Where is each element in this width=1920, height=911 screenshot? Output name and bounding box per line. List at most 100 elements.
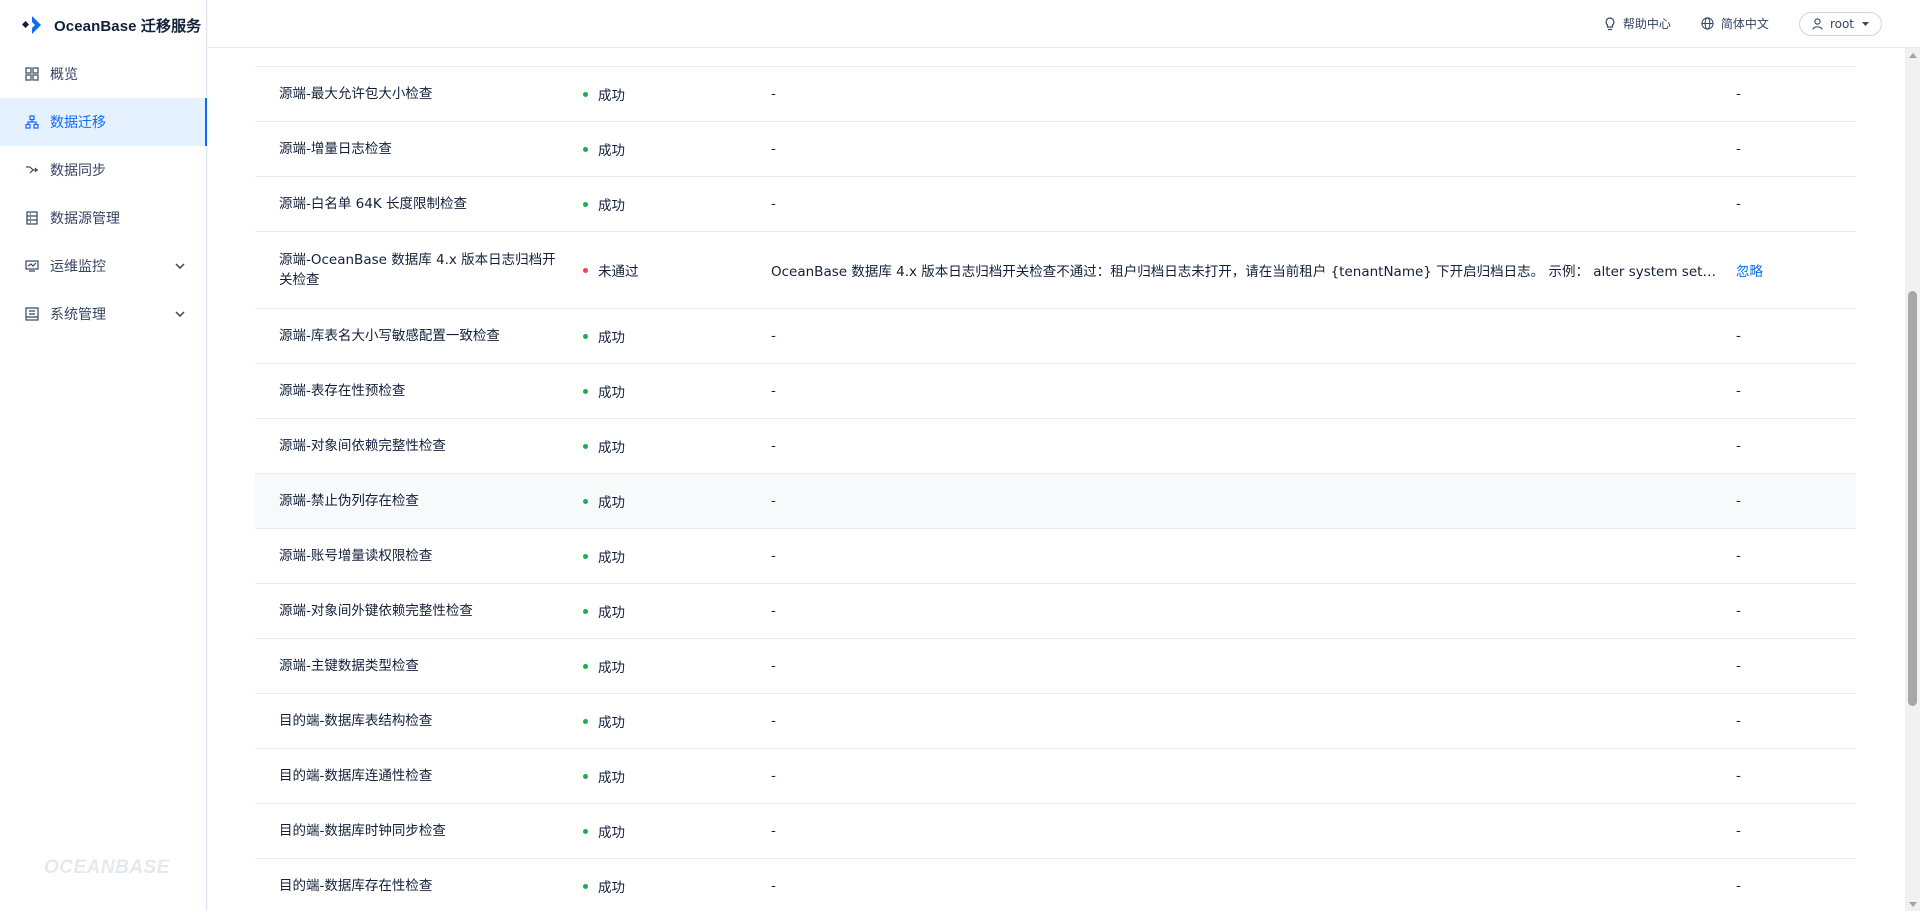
action-cell: - — [1736, 603, 1741, 619]
status-text: 成功 — [598, 550, 625, 566]
status-cell: 成功 — [573, 491, 761, 511]
result-message: - — [771, 86, 776, 102]
status-text: 成功 — [598, 495, 625, 511]
result-message: - — [771, 196, 776, 212]
status-text: 成功 — [598, 88, 625, 104]
check-name: 源端-OceanBase 数据库 4.x 版本日志归档开关检查 — [279, 252, 556, 288]
action-cell: - — [1736, 548, 1741, 564]
status-text: 成功 — [598, 198, 625, 214]
status-cell: 成功 — [573, 546, 761, 566]
status-success-dot — [583, 333, 588, 339]
status-cell: 成功 — [573, 84, 761, 104]
status-text: 成功 — [598, 440, 625, 456]
status-success-dot — [583, 608, 588, 614]
status-success-dot — [583, 553, 588, 559]
table-row: 目的端-数据库时钟同步检查 成功 - - — [255, 804, 1856, 859]
result-message: - — [771, 713, 776, 729]
status-cell: 成功 — [573, 876, 761, 896]
action-cell: - — [1736, 438, 1741, 454]
sidebar: OceanBase 迁移服务 概览 数据迁移 数据同步 数据源管理 运维监控 系… — [0, 0, 207, 911]
check-name: 源端-增量日志检查 — [279, 141, 392, 157]
language-switch[interactable]: 简体中文 — [1701, 15, 1769, 32]
status-cell: 未通过 — [573, 260, 761, 280]
main-content: 源端-最大允许包大小检查 成功 - - 源端-增量日志检查 成功 - - 源端-… — [208, 48, 1905, 911]
sidebar-item-label: 数据同步 — [50, 163, 106, 179]
check-name: 目的端-数据库表结构检查 — [279, 713, 433, 729]
result-message: - — [771, 878, 776, 894]
datasource-icon — [24, 210, 40, 226]
data-sync-icon — [24, 162, 40, 178]
table-row: 源端-最大允许包大小检查 成功 - - — [255, 67, 1856, 122]
sidebar-item-label: 概览 — [50, 67, 78, 83]
vertical-scrollbar[interactable] — [1905, 48, 1920, 911]
system-icon — [24, 306, 40, 322]
status-text: 成功 — [598, 605, 625, 621]
sidebar-item-label: 运维监控 — [50, 259, 106, 275]
result-message: - — [771, 603, 776, 619]
oceanbase-logo-icon — [22, 14, 48, 36]
result-message: - — [771, 658, 776, 674]
check-name: 目的端-数据库连通性检查 — [279, 768, 433, 784]
scroll-up-arrow-icon[interactable] — [1905, 48, 1920, 62]
sidebar-item-datasource[interactable]: 数据源管理 — [0, 194, 206, 242]
action-cell: - — [1736, 196, 1741, 212]
action-cell: - — [1736, 493, 1741, 509]
scroll-down-arrow-icon[interactable] — [1905, 897, 1920, 911]
sidebar-nav: 概览 数据迁移 数据同步 数据源管理 运维监控 系统管理 — [0, 50, 207, 338]
status-text: 成功 — [598, 825, 625, 841]
brand-name: OceanBase 迁移服务 — [54, 17, 202, 35]
action-cell: - — [1736, 713, 1741, 729]
check-name: 源端-库表名大小写敏感配置一致检查 — [279, 328, 500, 344]
user-menu-button[interactable]: root — [1798, 11, 1882, 36]
globe-icon — [1701, 17, 1715, 31]
check-name: 源端-账号增量读权限检查 — [279, 548, 433, 564]
sidebar-item-data-migration[interactable]: 数据迁移 — [0, 98, 207, 146]
scrollbar-thumb[interactable] — [1908, 291, 1917, 706]
status-cell: 成功 — [573, 766, 761, 786]
sidebar-item-monitor[interactable]: 运维监控 — [0, 242, 206, 290]
table-row: 源端-主键数据类型检查 成功 - - — [255, 639, 1856, 694]
status-text: 成功 — [598, 880, 625, 896]
status-text: 成功 — [598, 715, 625, 731]
status-cell: 成功 — [573, 381, 761, 401]
status-cell: 成功 — [573, 436, 761, 456]
brand-logo[interactable]: OceanBase 迁移服务 — [0, 0, 206, 50]
table-row: 源端-增量日志检查 成功 - - — [255, 122, 1856, 177]
status-text: 成功 — [598, 385, 625, 401]
table-row: 源端-库表名大小写敏感配置一致检查 成功 - - — [255, 309, 1856, 364]
check-name: 源端-表存在性预检查 — [279, 383, 406, 399]
sidebar-item-overview[interactable]: 概览 — [0, 50, 206, 98]
check-name: 目的端-数据库时钟同步检查 — [279, 823, 446, 839]
check-name: 源端-对象间依赖完整性检查 — [279, 438, 446, 454]
sidebar-item-system[interactable]: 系统管理 — [0, 290, 206, 338]
footer-logo: OCEANBASE — [44, 857, 170, 878]
status-success-dot — [583, 91, 588, 97]
table-row: 目的端-数据库存在性检查 成功 - - — [255, 859, 1856, 911]
status-success-dot — [583, 443, 588, 449]
table-row: 目的端-数据库连通性检查 成功 - - — [255, 749, 1856, 804]
data-migration-icon — [24, 114, 40, 130]
status-cell: 成功 — [573, 194, 761, 214]
ignore-link[interactable]: 忽略 — [1736, 264, 1763, 280]
status-success-dot — [583, 663, 588, 669]
action-cell: - — [1736, 141, 1741, 157]
table-row: 源端-OceanBase 数据库 4.x 版本日志归档开关检查 未通过 Ocea… — [255, 232, 1856, 309]
sidebar-item-label: 系统管理 — [50, 307, 106, 323]
check-name: 目的端-数据库存在性检查 — [279, 878, 433, 894]
table-row: 源端-禁止伪列存在检查 成功 - - — [255, 474, 1856, 529]
action-cell: - — [1736, 328, 1741, 344]
status-success-dot — [583, 773, 588, 779]
status-cell: 成功 — [573, 326, 761, 346]
action-cell: - — [1736, 658, 1741, 674]
table-row: 源端-对象间外键依赖完整性检查 成功 - - — [255, 584, 1856, 639]
result-message: - — [771, 383, 776, 399]
check-name: 源端-对象间外键依赖完整性检查 — [279, 603, 473, 619]
sidebar-item-data-sync[interactable]: 数据同步 — [0, 146, 206, 194]
help-center-link[interactable]: 帮助中心 — [1603, 15, 1671, 32]
status-text: 成功 — [598, 770, 625, 786]
check-name: 源端-白名单 64K 长度限制检查 — [279, 196, 467, 212]
caret-down-icon — [1862, 21, 1869, 26]
sidebar-item-label: 数据迁移 — [50, 115, 106, 131]
check-name: 源端-最大允许包大小检查 — [279, 86, 433, 102]
result-message: - — [771, 141, 776, 157]
